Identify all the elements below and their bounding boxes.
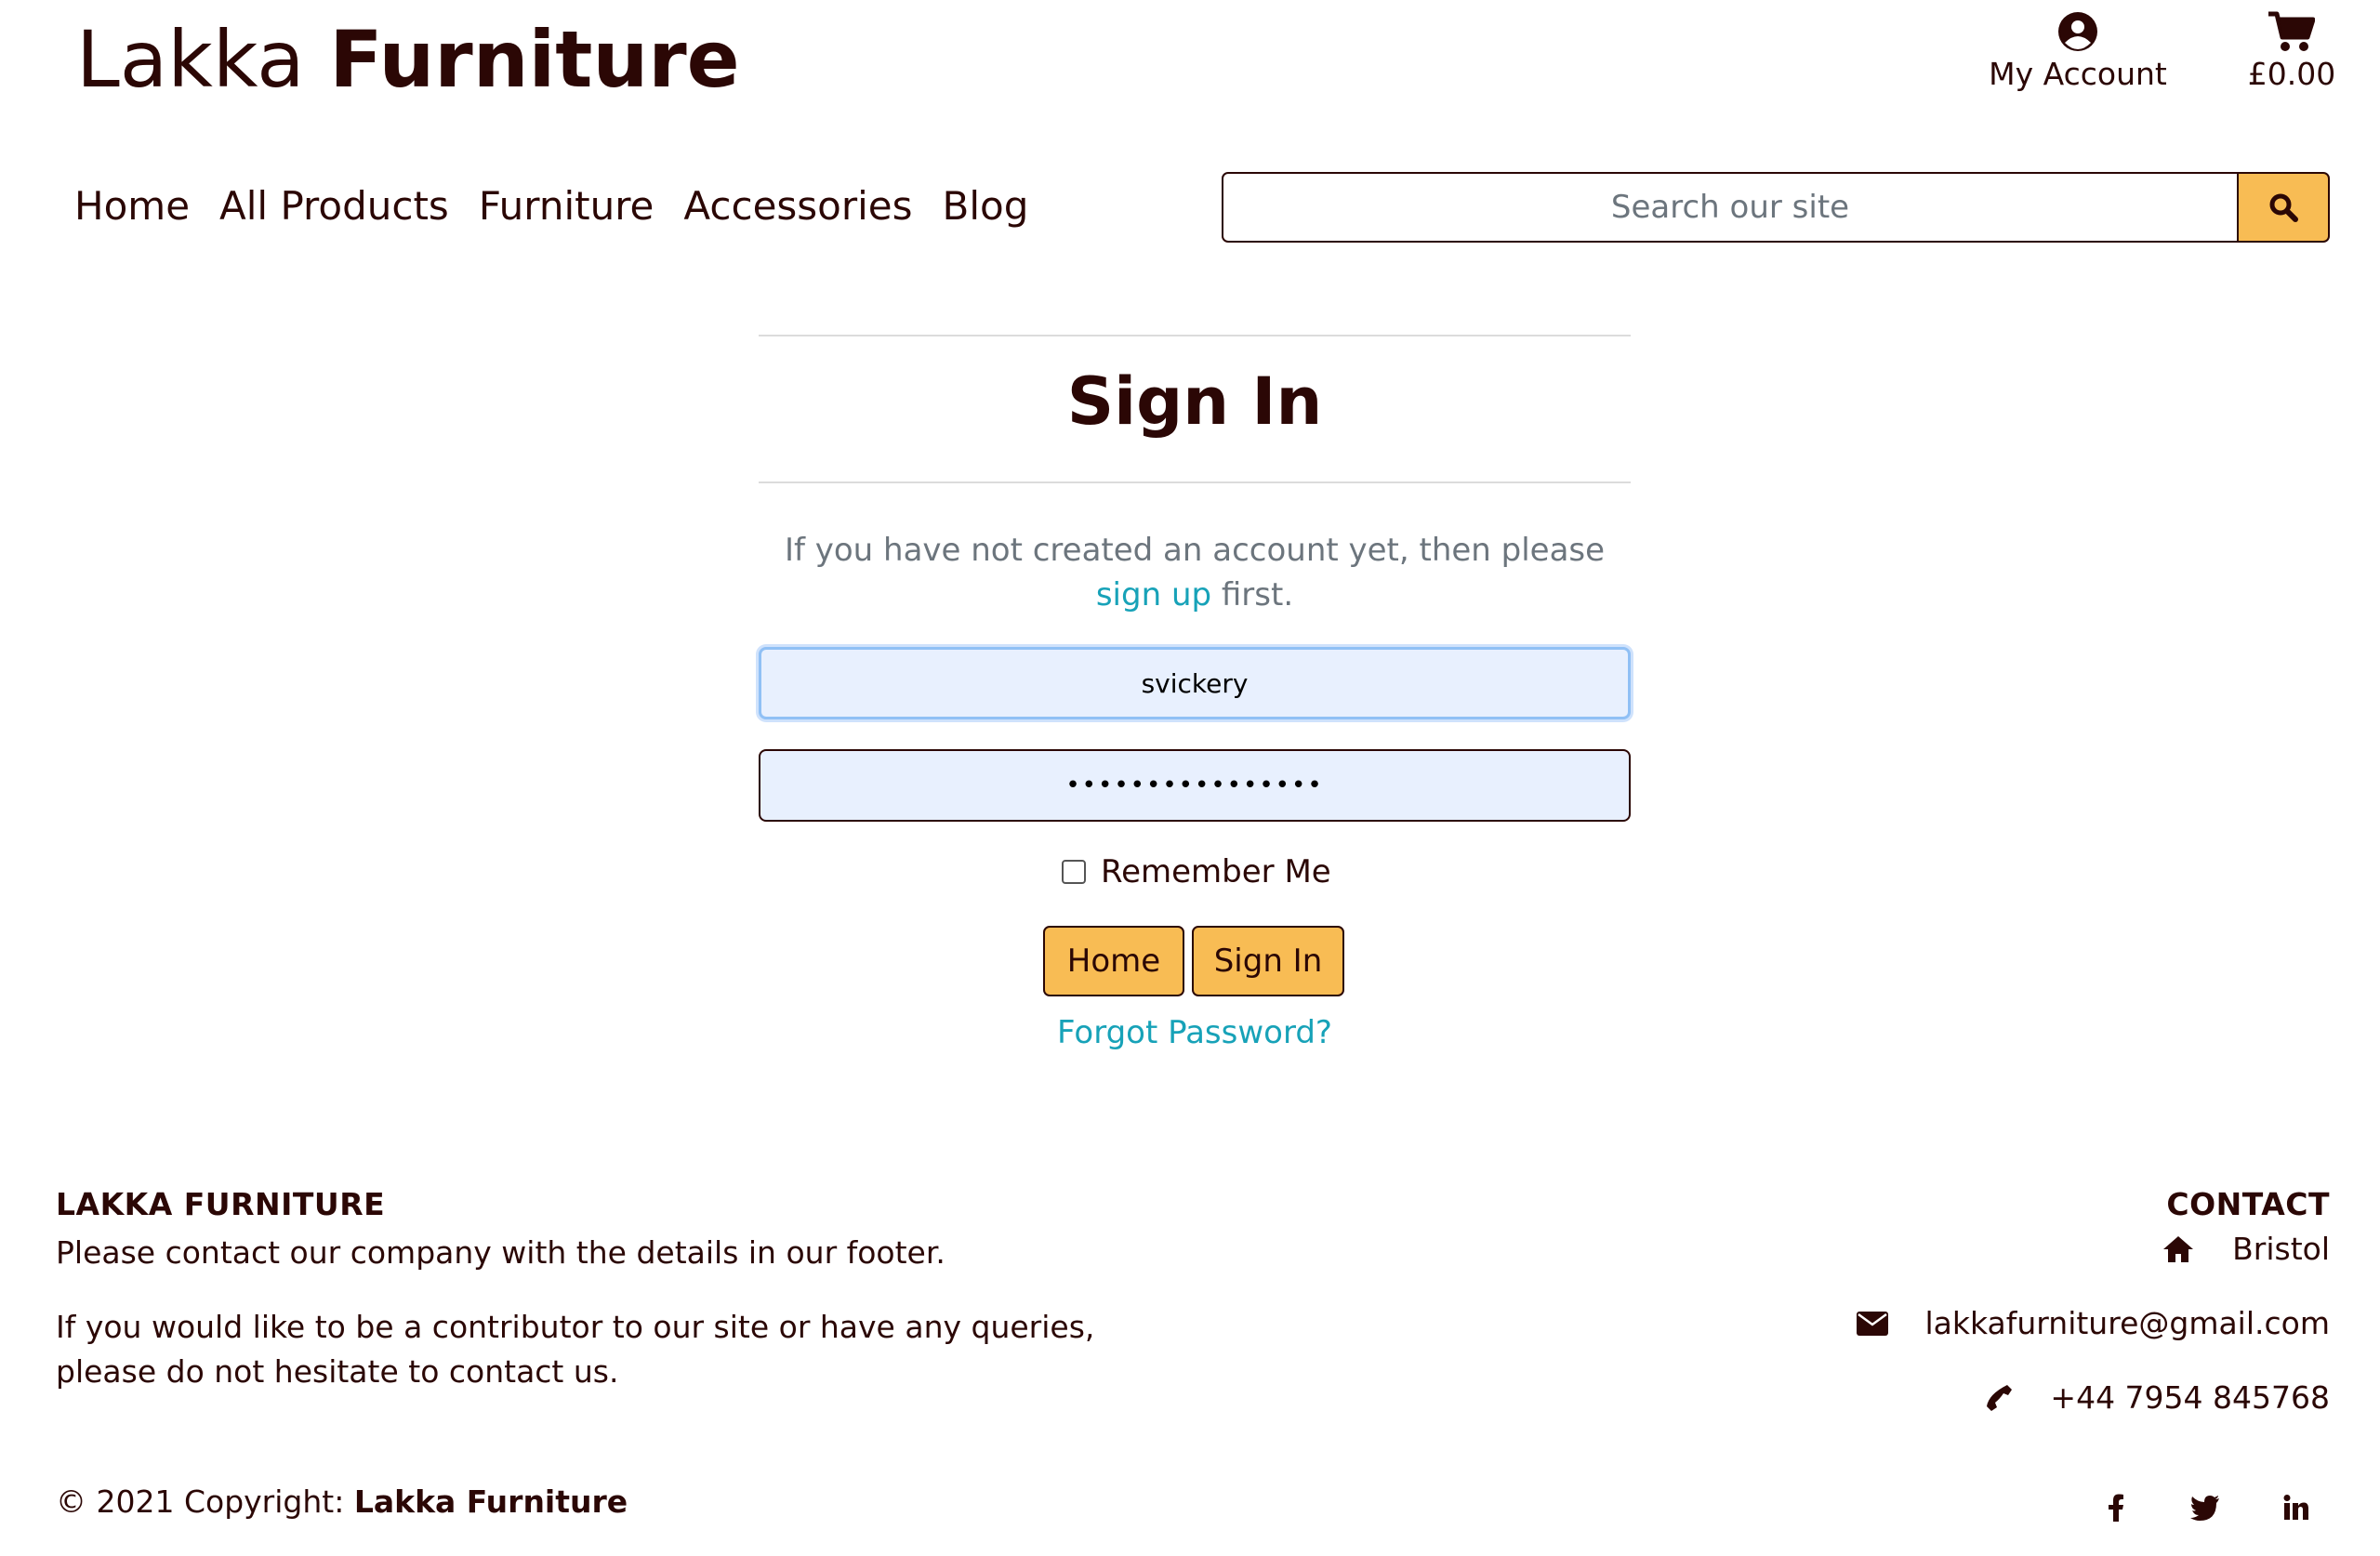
- signup-link[interactable]: sign up: [1096, 576, 1211, 613]
- contact-email-text[interactable]: lakkafurniture@gmail.com: [1925, 1305, 2330, 1341]
- nav-blog[interactable]: Blog: [943, 182, 1029, 231]
- home-icon: [2163, 1235, 2194, 1262]
- signup-prompt-before: If you have not created an account yet, …: [784, 532, 1606, 569]
- brand-name-light: Lakka: [76, 14, 305, 105]
- contact-phone: +44 7954 845768: [1983, 1379, 2330, 1416]
- my-account-link[interactable]: My Account: [1980, 11, 2175, 92]
- brand-logo[interactable]: Lakka Furniture: [76, 11, 740, 108]
- checkbox-box[interactable]: [1062, 860, 1086, 884]
- search-input[interactable]: [1222, 172, 2239, 243]
- password-input[interactable]: [759, 749, 1631, 822]
- remember-me-label: Remember Me: [1101, 853, 1331, 890]
- nav-accessories[interactable]: Accessories: [683, 182, 912, 231]
- footer-text-1: Please contact our company with the deta…: [56, 1234, 945, 1271]
- forgot-password-link[interactable]: Forgot Password?: [759, 1009, 1631, 1056]
- search-bar: [1222, 172, 2330, 243]
- username-input[interactable]: [759, 647, 1631, 719]
- facebook-icon: [2109, 1494, 2123, 1522]
- contact-location: Bristol: [2162, 1231, 2330, 1267]
- shopping-cart-icon: [2268, 11, 2315, 51]
- contact-location-text: Bristol: [2232, 1231, 2330, 1267]
- search-button[interactable]: [2237, 172, 2330, 243]
- contact-email: lakkafurniture@gmail.com: [1856, 1305, 2330, 1341]
- copyright: © 2021 Copyright: Lakka Furniture: [56, 1483, 628, 1520]
- copyright-brand[interactable]: Lakka Furniture: [354, 1483, 628, 1520]
- linkedin-link[interactable]: [2278, 1489, 2315, 1526]
- footer-company-heading: LAKKA FURNITURE: [56, 1186, 386, 1222]
- search-icon: [2269, 193, 2298, 222]
- divider-top: [759, 335, 1631, 336]
- my-account-label: My Account: [1989, 56, 2167, 92]
- remember-me-checkbox[interactable]: Remember Me: [1062, 853, 1331, 890]
- brand-name-bold: Furniture: [329, 14, 740, 105]
- footer-contact-heading: CONTACT: [2166, 1186, 2330, 1222]
- cart-link[interactable]: £0.00: [2241, 11, 2343, 92]
- facebook-link[interactable]: [2097, 1489, 2135, 1526]
- copyright-prefix: © 2021 Copyright:: [56, 1483, 354, 1520]
- signup-prompt-after: first.: [1211, 576, 1294, 613]
- contact-phone-text[interactable]: +44 7954 845768: [2050, 1379, 2330, 1416]
- nav-home[interactable]: Home: [74, 182, 190, 231]
- envelope-icon: [1856, 1311, 1888, 1336]
- footer-text-2: If you would like to be a contributor to…: [56, 1309, 1095, 1390]
- phone-icon: [1987, 1384, 2013, 1411]
- home-button[interactable]: Home: [1043, 926, 1184, 996]
- page: Lakka Furniture My Account £0.00 Home Al…: [0, 0, 2380, 1556]
- twitter-link[interactable]: [2187, 1489, 2224, 1526]
- twitter-icon: [2190, 1496, 2219, 1521]
- signup-prompt: If you have not created an account yet, …: [759, 528, 1631, 617]
- nav-furniture[interactable]: Furniture: [479, 182, 654, 231]
- main-nav: Home All Products Furniture Accessories …: [74, 182, 1028, 231]
- cart-total: £0.00: [2247, 56, 2336, 92]
- nav-all-products[interactable]: All Products: [219, 182, 449, 231]
- linkedin-icon: [2283, 1495, 2308, 1520]
- sign-in-button[interactable]: Sign In: [1192, 926, 1344, 996]
- page-title: Sign In: [1066, 363, 1323, 440]
- divider-bottom: [759, 481, 1631, 483]
- user-circle-icon: [2058, 12, 2097, 51]
